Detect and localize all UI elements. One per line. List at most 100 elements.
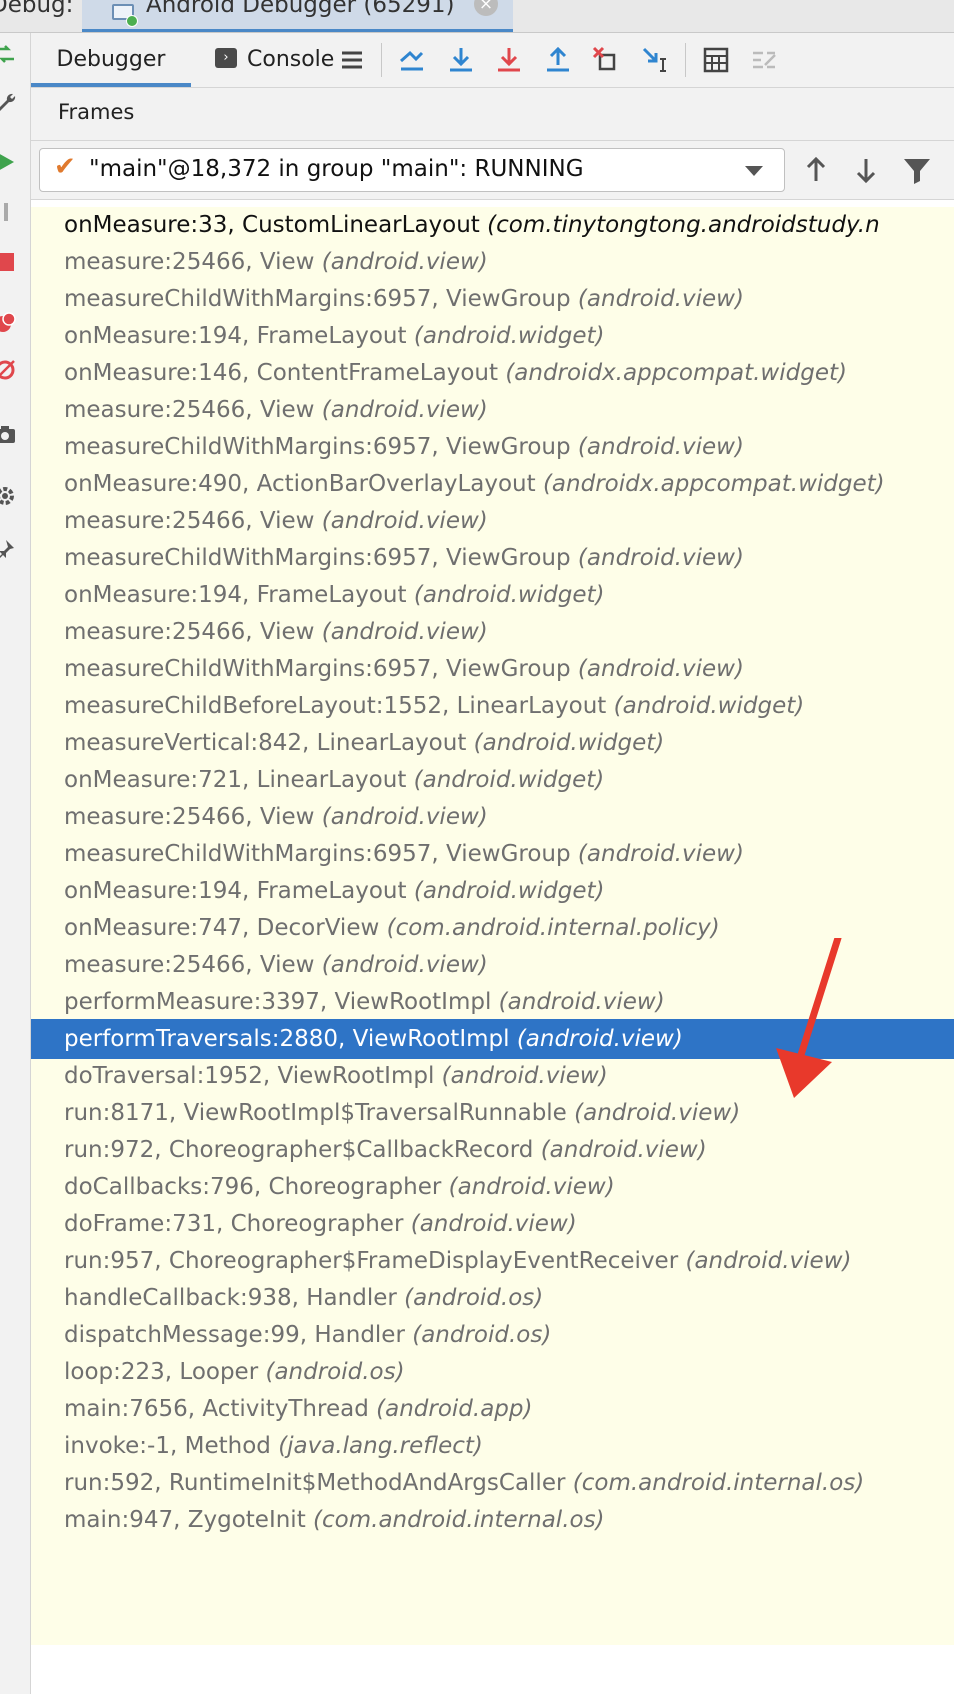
debugger-toolbar: Debugger › Console [31, 33, 954, 88]
frame-package: (android.view) [577, 286, 744, 312]
tab-console[interactable]: › Console [215, 33, 334, 87]
frame-method: measure:25466, View [64, 804, 315, 830]
frame-row[interactable]: measureChildBeforeLayout:1552, LinearLay… [31, 686, 954, 726]
frame-row[interactable]: handleCallback:938, Handler (android.os) [31, 1278, 954, 1318]
frame-row[interactable]: run:957, Choreographer$FrameDisplayEvent… [31, 1241, 954, 1281]
tab-debugger-label: Debugger [56, 47, 166, 72]
frame-method: onMeasure:747, DecorView [64, 915, 380, 941]
tab-console-label: Console [247, 47, 335, 72]
step-over-icon[interactable] [446, 45, 476, 75]
frame-package: (android.widget) [413, 767, 605, 793]
session-tab-android-debugger[interactable]: Android Debugger (65291) × [82, 0, 513, 32]
check-icon: ✔ [54, 152, 76, 182]
frame-row[interactable]: onMeasure:194, FrameLayout (android.widg… [31, 871, 954, 911]
frame-row[interactable]: invoke:-1, Method (java.lang.reflect) [31, 1426, 954, 1466]
mute-breakpoints-icon[interactable] [0, 359, 16, 381]
frame-package: (android.view) [321, 249, 488, 275]
tab-debugger[interactable]: Debugger [31, 33, 191, 87]
thread-selector-dropdown[interactable]: ✔ "main"@18,372 in group "main": RUNNING [39, 148, 785, 192]
frame-method: measureChildWithMargins:6957, ViewGroup [64, 286, 571, 312]
run-to-cursor-icon[interactable] [640, 45, 670, 75]
frame-row[interactable]: measureVertical:842, LinearLayout (andro… [31, 723, 954, 763]
frame-package: (androidx.appcompat.widget) [542, 471, 885, 497]
frame-row[interactable]: measure:25466, View (android.view) [31, 242, 954, 282]
frame-method: invoke:-1, Method [64, 1433, 271, 1459]
frame-row[interactable]: measure:25466, View (android.view) [31, 612, 954, 652]
debug-panel-label: Debug: [0, 0, 74, 18]
frame-row[interactable]: doFrame:731, Choreographer (android.view… [31, 1204, 954, 1244]
step-out-icon[interactable] [543, 45, 573, 75]
frame-method: onMeasure:146, ContentFrameLayout [64, 360, 498, 386]
frame-row[interactable]: measureChildWithMargins:6957, ViewGroup … [31, 649, 954, 689]
resume-icon[interactable] [0, 151, 16, 173]
frame-row[interactable]: measureChildWithMargins:6957, ViewGroup … [31, 427, 954, 467]
frame-package: (android.view) [321, 804, 488, 830]
frame-package: (android.view) [577, 545, 744, 571]
frame-row[interactable]: dispatchMessage:99, Handler (android.os) [31, 1315, 954, 1355]
drop-frame-icon[interactable] [591, 45, 621, 75]
frame-package: (android.view) [448, 1174, 615, 1200]
frame-package: (com.tinytongtong.androidstudy.n [487, 212, 880, 238]
frame-method: loop:223, Looper [64, 1359, 259, 1385]
frame-package: (android.view) [540, 1137, 707, 1163]
menu-lines-icon[interactable] [337, 45, 367, 75]
frame-row[interactable]: doCallbacks:796, Choreographer (android.… [31, 1167, 954, 1207]
frame-package: (com.android.internal.os) [313, 1507, 605, 1533]
frames-list[interactable]: onMeasure:33, CustomLinearLayout (com.ti… [31, 207, 954, 1645]
frame-row[interactable]: onMeasure:194, FrameLayout (android.widg… [31, 316, 954, 356]
frame-method: onMeasure:194, FrameLayout [64, 582, 407, 608]
frame-method: performTraversals:2880, ViewRootImpl [64, 1026, 510, 1052]
chevron-down-icon [745, 166, 763, 176]
frame-package: (com.android.internal.policy) [386, 915, 720, 941]
close-icon[interactable]: × [474, 0, 498, 16]
frame-row[interactable]: run:8171, ViewRootImpl$TraversalRunnable… [31, 1093, 954, 1133]
thread-selector-row: ✔ "main"@18,372 in group "main": RUNNING [31, 141, 954, 200]
wrench-icon[interactable] [0, 91, 16, 113]
frame-row[interactable]: measure:25466, View (android.view) [31, 390, 954, 430]
frame-row[interactable]: measure:25466, View (android.view) [31, 797, 954, 837]
frame-row[interactable]: onMeasure:194, FrameLayout (android.widg… [31, 575, 954, 615]
frame-method: measureChildBeforeLayout:1552, LinearLay… [64, 693, 607, 719]
frame-package: (java.lang.reflect) [278, 1433, 483, 1459]
frame-row[interactable]: run:972, Choreographer$CallbackRecord (a… [31, 1130, 954, 1170]
camera-icon[interactable] [0, 423, 16, 445]
frame-row[interactable]: onMeasure:721, LinearLayout (android.wid… [31, 760, 954, 800]
frame-package: (android.view) [498, 989, 665, 1015]
filter-icon[interactable] [900, 153, 934, 187]
frame-row[interactable]: loop:223, Looper (android.os) [31, 1352, 954, 1392]
annotation-arrow-icon [776, 938, 842, 1098]
frame-method: run:957, Choreographer$FrameDisplayEvent… [64, 1248, 679, 1274]
console-icon: › [215, 48, 237, 68]
settings-gear-icon[interactable] [0, 485, 16, 507]
frame-method: handleCallback:938, Handler [64, 1285, 397, 1311]
frame-row[interactable]: measureChildWithMargins:6957, ViewGroup … [31, 834, 954, 874]
step-into-icon[interactable] [494, 45, 524, 75]
pause-icon[interactable] [0, 201, 16, 223]
arrow-down-icon[interactable] [849, 153, 883, 187]
frame-method: run:972, Choreographer$CallbackRecord [64, 1137, 534, 1163]
frame-package: (android.view) [685, 1248, 852, 1274]
frame-package: (android.os) [412, 1322, 552, 1348]
view-breakpoints-icon[interactable] [0, 311, 16, 333]
trace-current-stream-icon[interactable] [749, 45, 779, 75]
pin-icon[interactable] [0, 538, 16, 560]
show-execution-point-icon[interactable] [397, 45, 427, 75]
frame-method: measureVertical:842, LinearLayout [64, 730, 467, 756]
frame-row[interactable]: measureChildWithMargins:6957, ViewGroup … [31, 279, 954, 319]
frame-method: measureChildWithMargins:6957, ViewGroup [64, 656, 571, 682]
frame-row[interactable]: measureChildWithMargins:6957, ViewGroup … [31, 538, 954, 578]
frames-panel-title: Frames [58, 100, 135, 124]
frame-row[interactable]: onMeasure:33, CustomLinearLayout (com.ti… [31, 207, 954, 245]
frame-row[interactable]: measure:25466, View (android.view) [31, 501, 954, 541]
stop-icon[interactable] [0, 251, 16, 273]
evaluate-expression-icon[interactable] [701, 45, 731, 75]
frame-row[interactable]: onMeasure:490, ActionBarOverlayLayout (a… [31, 464, 954, 504]
frame-row[interactable]: main:947, ZygoteInit (com.android.intern… [31, 1500, 954, 1540]
frame-row[interactable]: run:592, RuntimeInit$MethodAndArgsCaller… [31, 1463, 954, 1503]
frame-row[interactable]: main:7656, ActivityThread (android.app) [31, 1389, 954, 1429]
rerun-icon[interactable] [0, 43, 16, 65]
arrow-up-icon[interactable] [799, 153, 833, 187]
frame-method: main:947, ZygoteInit [64, 1507, 306, 1533]
frame-row[interactable]: onMeasure:146, ContentFrameLayout (andro… [31, 353, 954, 393]
frame-method: run:592, RuntimeInit$MethodAndArgsCaller [64, 1470, 566, 1496]
